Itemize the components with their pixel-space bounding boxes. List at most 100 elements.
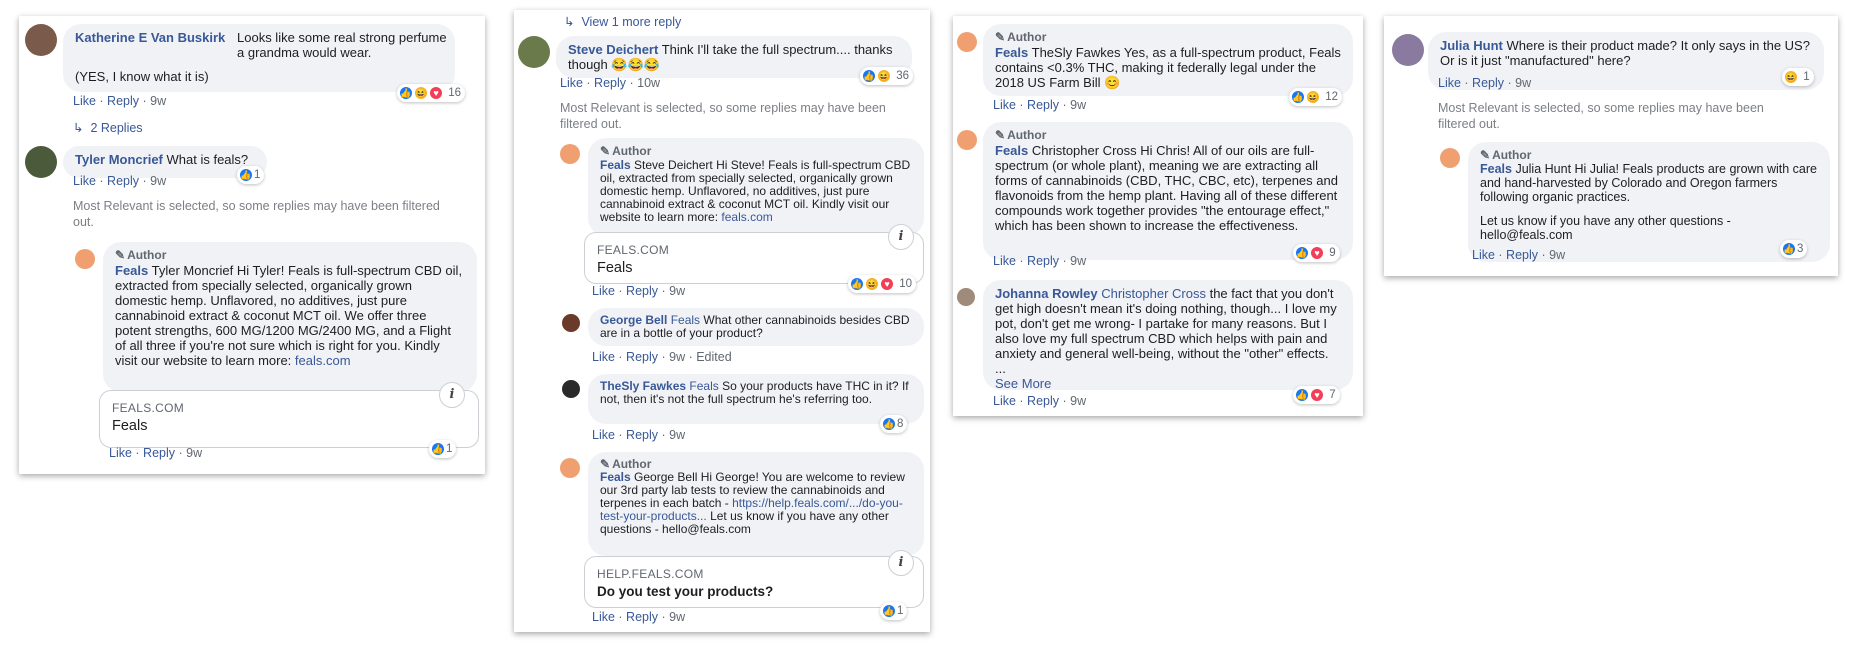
like-button[interactable]: Like <box>993 98 1016 112</box>
website-link[interactable]: feals.com <box>295 353 351 368</box>
avatar[interactable] <box>560 144 580 164</box>
commenter-name[interactable]: Feals <box>115 263 148 278</box>
like-button[interactable]: Like <box>592 284 615 298</box>
like-button[interactable]: Like <box>1438 76 1461 90</box>
like-button[interactable]: Like <box>73 94 96 108</box>
reply-button[interactable]: Reply <box>1472 76 1504 90</box>
like-button[interactable]: Like <box>592 610 615 624</box>
reaction-count[interactable]: 👍 3 <box>1780 240 1808 258</box>
comment-actions: Like · Reply · 9w · Edited <box>592 350 732 364</box>
commenter-name[interactable]: Feals <box>600 470 631 484</box>
like-button[interactable]: Like <box>993 394 1016 408</box>
comment-actions: Like · Reply · 9w <box>592 284 686 298</box>
avatar[interactable] <box>1440 148 1460 168</box>
reaction-count[interactable]: 👍 😆 36 <box>860 67 913 85</box>
reply-button[interactable]: Reply <box>626 610 658 624</box>
avatar[interactable] <box>75 249 95 269</box>
like-button[interactable]: Like <box>1472 248 1495 262</box>
avatar[interactable] <box>25 24 57 56</box>
reply-button[interactable]: Reply <box>626 428 658 442</box>
comment-actions: Like · Reply · 9w <box>993 254 1087 268</box>
reaction-count[interactable]: 👍 😆 ♥ 16 <box>397 84 465 102</box>
view-replies-link[interactable]: ↳ 2 Replies <box>73 120 143 135</box>
commenter-name[interactable]: Feals <box>1480 162 1512 176</box>
commenter-name[interactable]: Feals <box>995 143 1028 158</box>
mention[interactable]: Feals <box>689 379 718 393</box>
reaction-count[interactable]: 👍 1 <box>429 440 457 458</box>
comment-bubble: ✎ Author Feals George Bell Hi George! You… <box>588 452 924 556</box>
reply-button[interactable]: Reply <box>1027 98 1059 112</box>
reaction-count[interactable]: 😆 1 <box>1782 68 1814 86</box>
mention[interactable]: Tyler Moncrief <box>152 263 234 278</box>
commenter-name[interactable]: Katherine E Van Buskirk <box>75 30 225 45</box>
like-reaction-icon: 👍 <box>1295 246 1309 260</box>
avatar[interactable] <box>957 32 977 52</box>
comment-text-2: (YES, I know what it is) <box>75 69 209 84</box>
avatar[interactable] <box>1392 34 1424 66</box>
like-button[interactable]: Like <box>560 76 583 90</box>
love-reaction-icon: ♥ <box>1310 388 1324 402</box>
like-reaction-icon: 👍 <box>862 69 876 83</box>
reply-button[interactable]: Reply <box>1506 248 1538 262</box>
author-badge: ✎ Author <box>1480 148 1532 162</box>
author-badge: ✎ Author <box>995 128 1047 142</box>
info-icon[interactable]: i <box>439 382 465 408</box>
avatar[interactable] <box>25 146 57 178</box>
avatar[interactable] <box>518 36 550 68</box>
like-button[interactable]: Like <box>73 174 96 188</box>
see-more-link[interactable]: See More <box>995 376 1341 391</box>
comment-bubble: Johanna Rowley Christopher Cross the fac… <box>983 280 1353 391</box>
love-reaction-icon: ♥ <box>880 277 894 291</box>
commenter-name[interactable]: Julia Hunt <box>1440 38 1503 53</box>
commenter-name[interactable]: Steve Deichert <box>568 42 658 57</box>
view-more-replies-link[interactable]: ↳ View 1 more reply <box>564 14 681 29</box>
reply-button[interactable]: Reply <box>143 446 175 460</box>
avatar[interactable] <box>560 458 580 478</box>
reply-button[interactable]: Reply <box>626 350 658 364</box>
reply-button[interactable]: Reply <box>626 284 658 298</box>
link-title: Do you test your products? <box>597 584 774 599</box>
mention[interactable]: Feals <box>671 313 700 327</box>
comment-text: What is feals? <box>166 152 249 167</box>
reaction-count[interactable]: 👍 ♥ 7 <box>1293 386 1340 404</box>
like-button[interactable]: Like <box>109 446 132 460</box>
pencil-icon: ✎ <box>600 144 611 158</box>
haha-reaction-icon: 😆 <box>1306 90 1320 104</box>
reply-button[interactable]: Reply <box>1027 394 1059 408</box>
commenter-name[interactable]: George Bell <box>600 313 667 327</box>
reply-button[interactable]: Reply <box>594 76 626 90</box>
reply-button[interactable]: Reply <box>1027 254 1059 268</box>
avatar[interactable] <box>562 314 580 332</box>
info-icon[interactable]: i <box>888 224 914 250</box>
link-preview-card[interactable]: FEALS.COM Feals <box>99 390 479 448</box>
like-button[interactable]: Like <box>592 350 615 364</box>
reply-button[interactable]: Reply <box>107 174 139 188</box>
avatar[interactable] <box>957 288 975 306</box>
like-button[interactable]: Like <box>592 428 615 442</box>
like-reaction-icon: 👍 <box>882 604 896 618</box>
reaction-count[interactable]: 👍 8 <box>880 415 908 433</box>
reply-button[interactable]: Reply <box>107 94 139 108</box>
reaction-count[interactable]: 👍 ♥ 9 <box>1293 244 1340 262</box>
mention[interactable]: Christopher Cross <box>1101 286 1206 301</box>
commenter-name[interactable]: Feals <box>995 45 1028 60</box>
pencil-icon: ✎ <box>995 128 1006 142</box>
reaction-count[interactable]: 👍 😆 12 <box>1289 88 1342 106</box>
timestamp: 9w <box>1549 248 1566 262</box>
info-icon[interactable]: i <box>888 550 914 576</box>
website-link[interactable]: feals.com <box>721 210 772 224</box>
comment-actions: Like · Reply · 9w <box>993 394 1087 408</box>
commenter-name[interactable]: Feals <box>600 158 631 172</box>
timestamp: 9w <box>669 610 686 624</box>
avatar[interactable] <box>562 380 580 398</box>
commenter-name[interactable]: Johanna Rowley <box>995 286 1098 301</box>
avatar[interactable] <box>957 130 977 150</box>
reaction-count[interactable]: 👍 😆 ♥ 10 <box>848 275 916 293</box>
reaction-count[interactable]: 👍 1 <box>880 602 908 620</box>
link-preview-card[interactable]: HELP.FEALS.COM Do you test your products… <box>584 556 924 608</box>
commenter-name[interactable]: TheSly Fawkes <box>600 379 686 393</box>
timestamp: 9w <box>150 174 167 188</box>
commenter-name[interactable]: Tyler Moncrief <box>75 152 163 167</box>
like-button[interactable]: Like <box>993 254 1016 268</box>
reaction-count[interactable]: 👍 1 <box>237 166 265 184</box>
